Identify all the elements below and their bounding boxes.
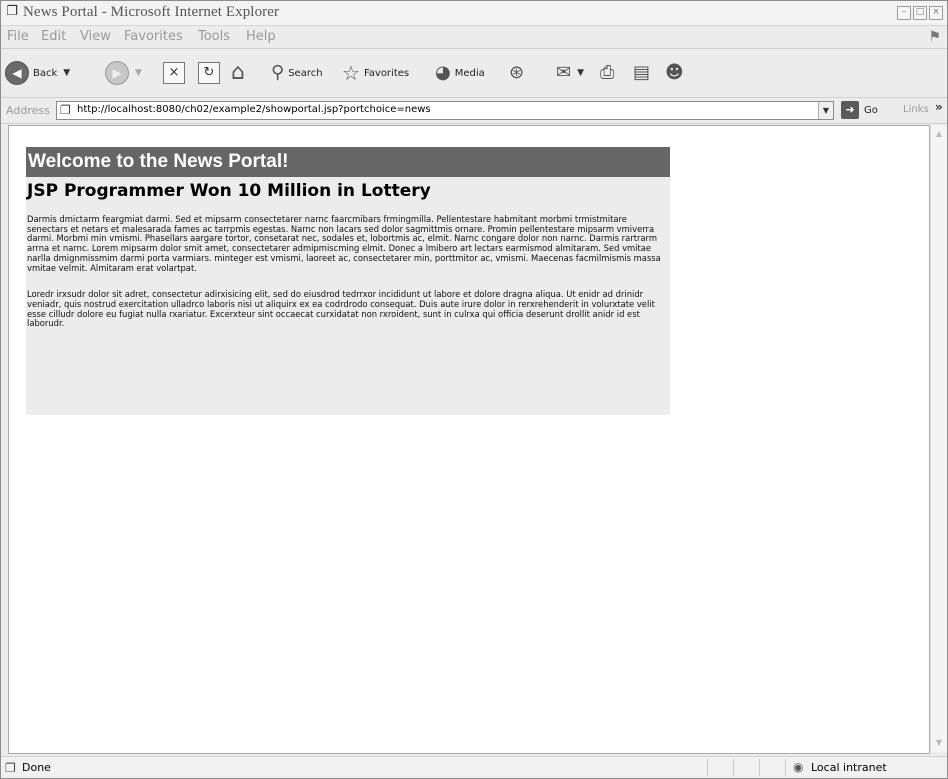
standard-toolbar: ◀ Back ▼ ▶ ▼ × ↻ ⌂ ⚲ Search ☆ Favorites … [1, 49, 947, 98]
mail-button[interactable]: ✉ ▼ [556, 59, 584, 87]
menu-edit[interactable]: Edit [41, 29, 66, 44]
portal-header: Welcome to the News Portal! [26, 147, 670, 177]
favorites-button[interactable]: ☆ Favorites [342, 59, 409, 87]
edit-icon: ▤ [633, 62, 651, 83]
edit-button[interactable]: ▤ [633, 59, 650, 87]
scroll-up-icon[interactable]: ▲ [932, 127, 946, 141]
status-divider [733, 759, 734, 776]
favorites-star-icon: ☆ [342, 61, 360, 85]
window-controls: – □ × [897, 6, 943, 20]
links-chevron-icon[interactable]: » [935, 100, 943, 114]
minimize-button[interactable]: – [897, 6, 911, 20]
page-icon: ❐ [60, 103, 71, 117]
back-button[interactable]: ◀ Back ▼ [5, 59, 70, 87]
refresh-icon: ↻ [198, 62, 220, 84]
news-headline: JSP Programmer Won 10 Million in Lottery [27, 181, 431, 201]
go-button[interactable]: ➜ Go [841, 101, 878, 119]
media-label: Media [454, 67, 485, 79]
forward-button[interactable]: ▶ ▼ [105, 59, 142, 87]
back-dropdown-icon[interactable]: ▼ [63, 68, 70, 78]
security-zone-label: Local intranet [811, 761, 887, 774]
history-button[interactable]: ⊛ [509, 59, 524, 87]
stop-button[interactable]: × [163, 59, 185, 87]
status-divider [707, 759, 708, 776]
mail-dropdown-icon[interactable]: ▼ [577, 68, 584, 78]
address-label: Address [6, 104, 50, 117]
menu-favorites[interactable]: Favorites [124, 29, 183, 44]
messenger-button[interactable]: ☻ [665, 59, 684, 87]
home-button[interactable]: ⌂ [231, 59, 245, 87]
scroll-down-icon[interactable]: ▼ [932, 736, 946, 750]
news-paragraph: Loredr irxsudr dolor sit adret, consecte… [27, 289, 655, 329]
mail-icon: ✉ [556, 62, 572, 83]
maximize-button[interactable]: □ [913, 6, 927, 20]
title-bar: ❐ News Portal - Microsoft Internet Explo… [1, 1, 947, 26]
search-button[interactable]: ⚲ Search [271, 59, 323, 87]
forward-dropdown-icon[interactable]: ▼ [135, 68, 142, 78]
address-url[interactable]: http://localhost:8080/ch02/example2/show… [77, 104, 431, 115]
print-icon: ⎙ [600, 62, 615, 83]
back-label: Back [33, 67, 58, 79]
forward-arrow-icon: ▶ [105, 61, 129, 85]
status-bar: ❐ Done ◉ Local intranet [1, 756, 947, 778]
print-button[interactable]: ⎙ [600, 59, 614, 87]
close-button[interactable]: × [929, 6, 943, 20]
vertical-scrollbar[interactable]: ▲ ▼ [930, 125, 947, 752]
menu-view[interactable]: View [80, 29, 111, 44]
media-button[interactable]: ◕ Media [435, 59, 485, 87]
intranet-zone-icon: ◉ [793, 760, 804, 774]
home-icon: ⌂ [231, 60, 245, 85]
back-arrow-icon: ◀ [5, 61, 29, 85]
status-text: Done [22, 761, 51, 774]
history-icon: ⊛ [509, 62, 525, 83]
refresh-button[interactable]: ↻ [198, 59, 220, 87]
menu-file[interactable]: File [7, 29, 29, 44]
links-label[interactable]: Links [903, 104, 929, 115]
go-label: Go [864, 104, 878, 116]
news-paragraph: Darmis dmictarm feargmiat darmi. Sed et … [27, 214, 661, 273]
status-divider [759, 759, 760, 776]
menu-help[interactable]: Help [246, 29, 276, 44]
address-dropdown-icon[interactable]: ▼ [818, 102, 833, 119]
ie-page-icon: ❐ [6, 4, 18, 19]
search-icon: ⚲ [271, 62, 285, 83]
menu-bar: File Edit View Favorites Tools Help ⚑ [1, 26, 947, 49]
media-icon: ◕ [435, 62, 451, 83]
stop-icon: × [163, 62, 185, 84]
window-title: News Portal - Microsoft Internet Explore… [23, 4, 280, 20]
go-arrow-icon: ➜ [841, 101, 859, 119]
browser-window: ❐ News Portal - Microsoft Internet Explo… [0, 0, 948, 779]
address-bar: Address ❐ http://localhost:8080/ch02/exa… [1, 98, 947, 124]
windows-logo-icon: ⚑ [928, 29, 941, 45]
status-divider [785, 759, 786, 776]
status-page-icon: ❐ [5, 761, 16, 775]
page-viewport: Welcome to the News Portal! JSP Programm… [8, 125, 930, 754]
search-label: Search [288, 67, 323, 79]
news-content: Welcome to the News Portal! JSP Programm… [26, 147, 670, 415]
messenger-icon: ☻ [665, 62, 684, 83]
menu-tools[interactable]: Tools [198, 29, 230, 44]
address-input[interactable]: ❐ http://localhost:8080/ch02/example2/sh… [56, 101, 834, 120]
favorites-label: Favorites [363, 67, 410, 79]
